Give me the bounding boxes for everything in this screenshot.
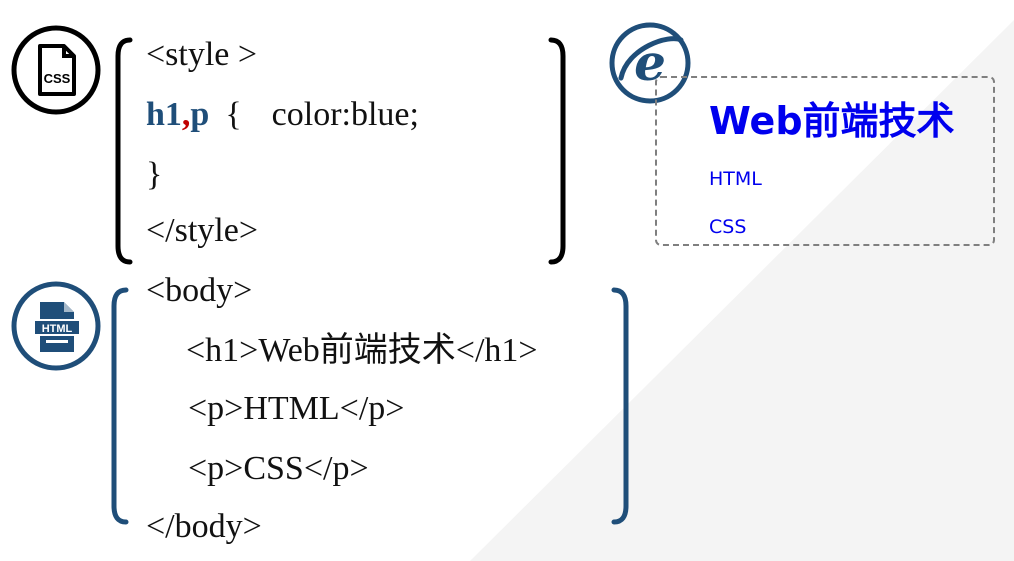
brace-open: {: [225, 96, 242, 133]
css-file-icon: CSS: [11, 25, 101, 115]
selector-h1: h1: [146, 96, 182, 133]
css-line-style-close: </style>: [146, 212, 259, 249]
preview-paragraph-html: HTML: [709, 168, 762, 190]
css-line-style-open: <style >: [146, 36, 258, 73]
html-line-body-close: </body>: [146, 508, 262, 545]
html-file-icon: HTML: [11, 281, 101, 371]
selector-p: p: [190, 96, 210, 133]
preview-paragraph-css: CSS: [709, 216, 747, 238]
html-line-p-html: <p>HTML</p>: [188, 390, 405, 427]
html-line-h1: <h1>Web前端技术</h1>: [186, 332, 538, 369]
html-line-body-open: <body>: [146, 272, 253, 309]
html-badge-label: HTML: [42, 323, 73, 335]
declaration: color:blue;: [271, 96, 419, 133]
brace-close: }: [146, 156, 163, 193]
css-badge-label: CSS: [44, 71, 71, 86]
html-line-p-css: <p>CSS</p>: [188, 450, 369, 487]
browser-preview: Web前端技术 HTML CSS: [655, 76, 995, 246]
css-rule-line: h1,p{color:blue;: [146, 98, 419, 132]
preview-heading: Web前端技术: [709, 99, 955, 143]
